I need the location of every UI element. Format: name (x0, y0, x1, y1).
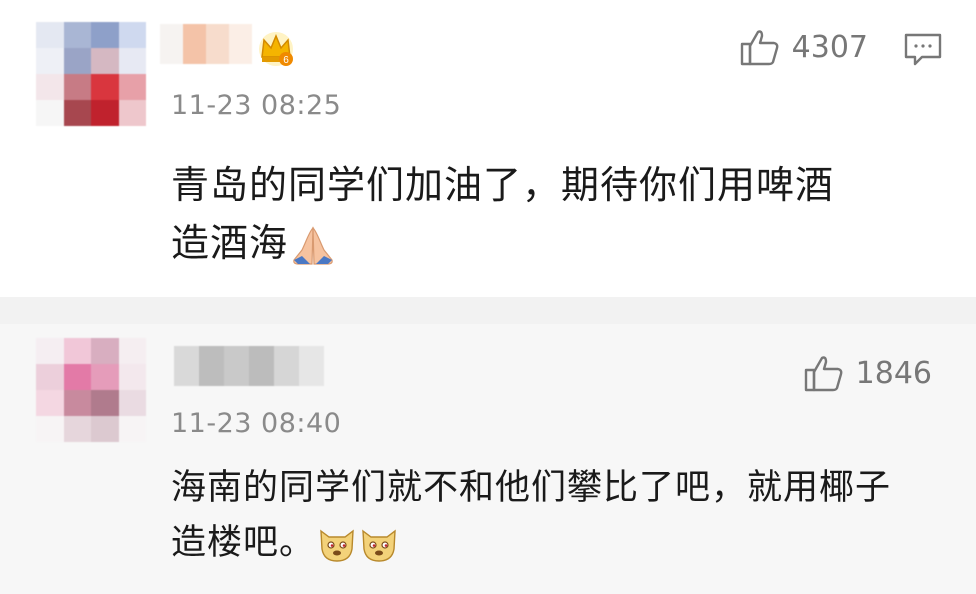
username[interactable] (174, 346, 324, 386)
praying-hands-emoji-icon (293, 226, 333, 265)
comment-text: 海南的同学们就不和他们攀比了吧，就用椰子 造楼吧。 (171, 461, 931, 571)
comment-timestamp: 11-23 08:25 (171, 90, 342, 121)
like-count: 4307 (791, 29, 868, 65)
thumbs-up-icon (804, 356, 843, 392)
comment-text-line: 海南的同学们就不和他们攀比了吧，就用椰子 (171, 468, 892, 508)
comment-text-line: 造酒海 (171, 214, 931, 272)
comment-item: 1846 11-23 08:40 海南的同学们就不和他们攀比了吧，就用椰子 造楼… (0, 324, 976, 594)
comment-text-line: 造楼吧。 (171, 516, 931, 571)
avatar[interactable] (36, 338, 146, 442)
crown-badge-icon: 6 (259, 32, 293, 66)
avatar[interactable] (36, 22, 146, 126)
doge-emoji-icon (320, 529, 354, 562)
comment-text-line: 青岛的同学们加油了，期待你们用啤酒 (171, 163, 835, 207)
like-button[interactable]: 4307 (740, 28, 868, 66)
like-button[interactable]: 1846 (804, 354, 932, 392)
comment-item: 6 4307 11-23 08:25 青岛的同学们加油了，期待你们用啤酒 造酒海 (0, 0, 976, 297)
like-count: 1846 (855, 355, 932, 391)
comment-timestamp: 11-23 08:40 (171, 408, 342, 439)
svg-text:6: 6 (283, 55, 289, 66)
doge-emoji-icon (362, 529, 396, 562)
username[interactable] (160, 24, 252, 64)
comment-bubble-icon[interactable] (904, 32, 942, 66)
thumbs-up-icon (740, 30, 779, 66)
comment-text: 青岛的同学们加油了，期待你们用啤酒 造酒海 (171, 156, 931, 272)
